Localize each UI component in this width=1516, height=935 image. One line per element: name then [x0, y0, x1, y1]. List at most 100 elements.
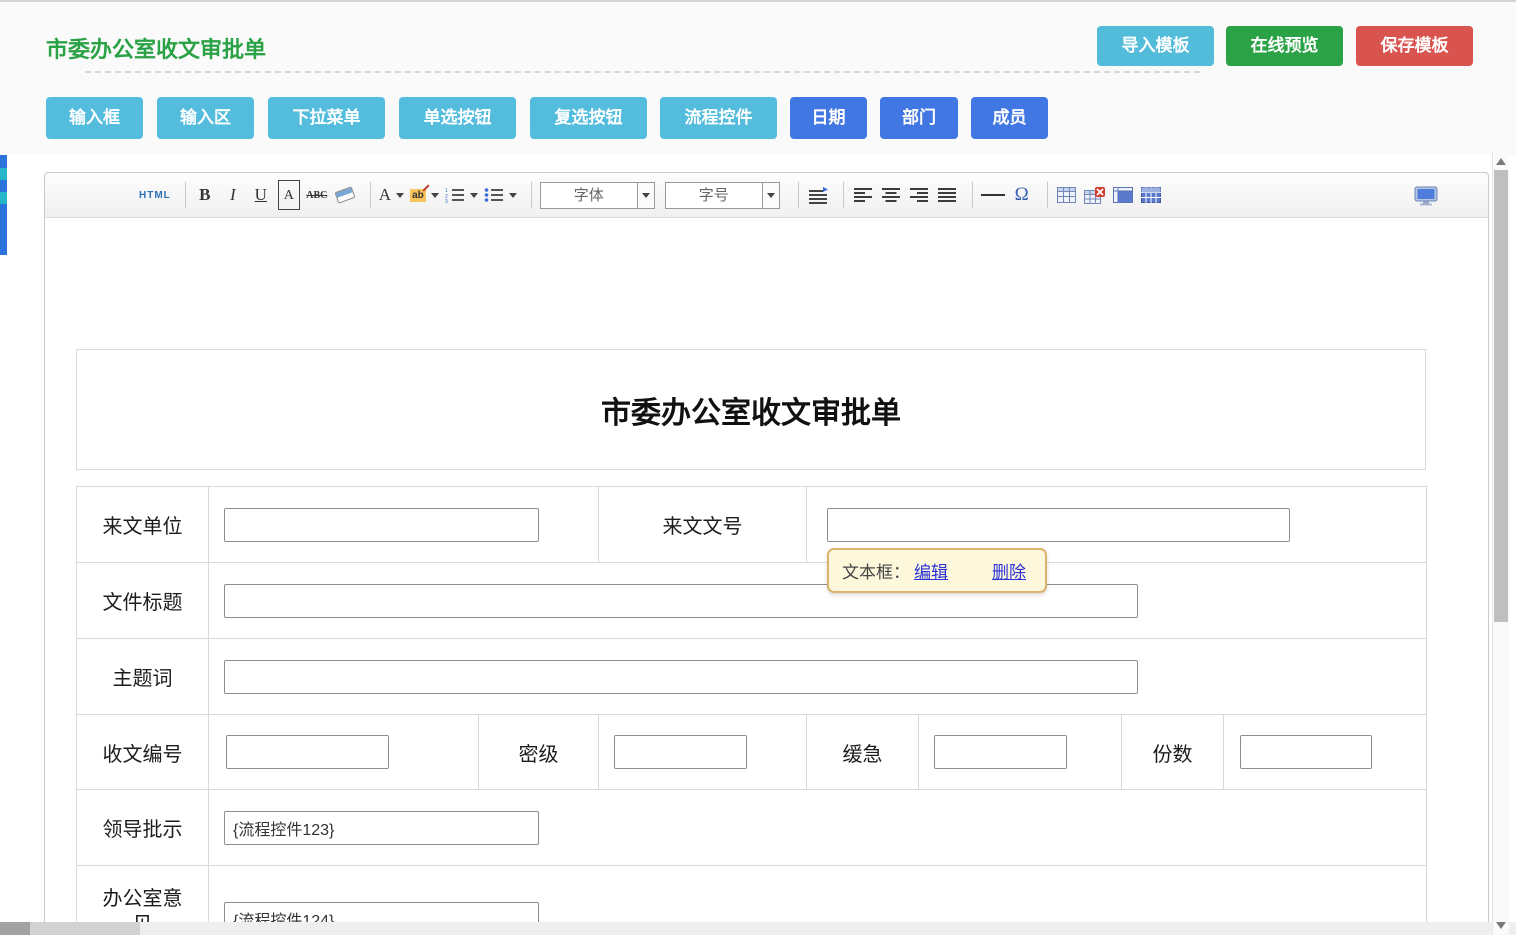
align-justify-icon	[937, 187, 957, 203]
font-size-value: 字号	[666, 183, 762, 208]
page-title: 市委办公室收文审批单	[46, 32, 266, 64]
doc-number-input[interactable]	[827, 508, 1290, 542]
align-justify-button[interactable]	[936, 180, 958, 210]
special-char-button[interactable]: Ω	[1011, 180, 1033, 210]
table-cell-merge-button[interactable]	[1112, 180, 1134, 210]
label-doc-number: 来文文号	[599, 487, 807, 563]
table-row: 来文单位 来文文号	[77, 487, 1427, 563]
edit-field-link[interactable]: 编辑	[914, 558, 948, 583]
highlight-color-button[interactable]: ab	[410, 180, 439, 210]
table-row: 收文编号 密级 缓急 份数	[77, 715, 1427, 790]
palette-input-box-button[interactable]: 输入框	[46, 97, 143, 139]
font-family-value: 字体	[541, 183, 637, 208]
font-color-icon: A	[379, 185, 391, 205]
select-arrow[interactable]	[762, 183, 779, 208]
horizontal-rule-icon	[981, 194, 1005, 196]
toolbar-separator	[972, 182, 973, 208]
delete-field-link[interactable]: 删除	[992, 558, 1026, 583]
copies-input[interactable]	[1240, 735, 1372, 769]
cell-urgency	[919, 715, 1122, 790]
scroll-down-arrow-icon[interactable]	[1496, 922, 1506, 929]
import-template-button[interactable]: 导入模板	[1097, 26, 1214, 66]
cell-grid-icon	[1141, 187, 1161, 203]
toolbar-separator	[1047, 182, 1048, 208]
italic-button[interactable]: I	[222, 180, 244, 210]
horizontal-rule-button[interactable]	[981, 180, 1005, 210]
insert-table-button[interactable]	[1056, 180, 1078, 210]
palette-flow-control-button[interactable]: 流程控件	[660, 97, 777, 139]
monitor-icon	[1414, 186, 1438, 206]
align-center-icon	[881, 187, 901, 203]
toolbar-separator	[185, 182, 186, 208]
strikethrough-button[interactable]: ABC	[306, 180, 328, 210]
online-preview-button[interactable]: 在线预览	[1226, 26, 1343, 66]
table-row: 主题词	[77, 639, 1427, 715]
subject-input[interactable]	[224, 660, 1138, 694]
toolbar-separator	[370, 182, 371, 208]
form-title-box: 市委办公室收文审批单	[76, 349, 1426, 470]
palette-checkbox-button[interactable]: 复选按钮	[530, 97, 647, 139]
leader-remarks-input[interactable]	[224, 811, 539, 845]
html-source-button[interactable]: HTML	[139, 180, 171, 210]
label-receipt-no: 收文编号	[77, 715, 209, 790]
boxed-a-button[interactable]: A	[278, 180, 300, 210]
delete-table-button[interactable]	[1084, 180, 1106, 210]
ordered-list-button[interactable]: 1 2 3	[445, 180, 478, 210]
chevron-down-icon	[642, 193, 650, 198]
font-size-select[interactable]: 字号	[665, 182, 780, 209]
cell-doc-title	[209, 563, 1427, 639]
urgency-input[interactable]	[934, 735, 1067, 769]
cell-secrecy	[599, 715, 807, 790]
font-color-button[interactable]: A	[379, 180, 404, 210]
source-unit-input[interactable]	[224, 508, 539, 542]
secrecy-input[interactable]	[614, 735, 747, 769]
indent-button[interactable]	[807, 180, 829, 210]
align-right-button[interactable]	[908, 180, 930, 210]
table-row: 领导批示	[77, 790, 1427, 866]
palette-date-button[interactable]: 日期	[790, 97, 867, 139]
eraser-icon	[334, 186, 355, 203]
bottom-edge-fragment	[0, 922, 30, 935]
left-edge-fragment	[0, 192, 7, 204]
scroll-up-arrow-icon[interactable]	[1496, 158, 1506, 165]
format-eraser-button[interactable]	[334, 180, 356, 210]
toolbar-separator	[843, 182, 844, 208]
dashed-divider	[85, 71, 1200, 73]
fullscreen-button[interactable]	[1414, 181, 1438, 211]
form-title: 市委办公室收文审批单	[601, 388, 901, 432]
indent-icon	[808, 187, 828, 204]
left-edge-fragment	[0, 168, 7, 180]
underline-button[interactable]: U	[250, 180, 272, 210]
align-left-button[interactable]	[852, 180, 874, 210]
editor-content[interactable]: 市委办公室收文审批单 来文单位 来文文号	[45, 218, 1488, 934]
receipt-no-input[interactable]	[226, 735, 389, 769]
select-arrow[interactable]	[637, 183, 654, 208]
svg-text:3: 3	[445, 199, 448, 203]
palette-input-area-button[interactable]: 输入区	[157, 97, 254, 139]
scrollbar-thumb[interactable]	[1494, 170, 1508, 622]
tooltip-label: 文本框：	[842, 558, 910, 583]
label-doc-title: 文件标题	[77, 563, 209, 639]
align-center-button[interactable]	[880, 180, 902, 210]
palette-radio-button[interactable]: 单选按钮	[399, 97, 516, 139]
save-template-button[interactable]: 保存模板	[1356, 26, 1473, 66]
form-table: 来文单位 来文文号 文件标题 主题词	[76, 486, 1427, 934]
ordered-list-icon: 1 2 3	[445, 187, 465, 203]
palette-department-button[interactable]: 部门	[880, 97, 958, 139]
align-right-icon	[909, 187, 929, 203]
cell-receipt-no	[209, 715, 479, 790]
label-subject: 主题词	[77, 639, 209, 715]
bold-button[interactable]: B	[194, 180, 216, 210]
app-canvas: 市委办公室收文审批单 导入模板 在线预览 保存模板 输入框 输入区 下拉菜单 单…	[0, 0, 1516, 935]
font-family-select[interactable]: 字体	[540, 182, 655, 209]
palette-member-button[interactable]: 成员	[971, 97, 1048, 139]
table-cell-props-button[interactable]	[1140, 180, 1162, 210]
chevron-down-icon	[431, 193, 439, 198]
label-secrecy: 密级	[479, 715, 599, 790]
vertical-scrollbar[interactable]	[1492, 152, 1509, 935]
palette-dropdown-button[interactable]: 下拉菜单	[268, 97, 385, 139]
cell-subject	[209, 639, 1427, 715]
chevron-down-icon	[396, 193, 404, 198]
bullet-list-button[interactable]	[484, 180, 517, 210]
cell-leader-remarks	[209, 790, 1427, 866]
